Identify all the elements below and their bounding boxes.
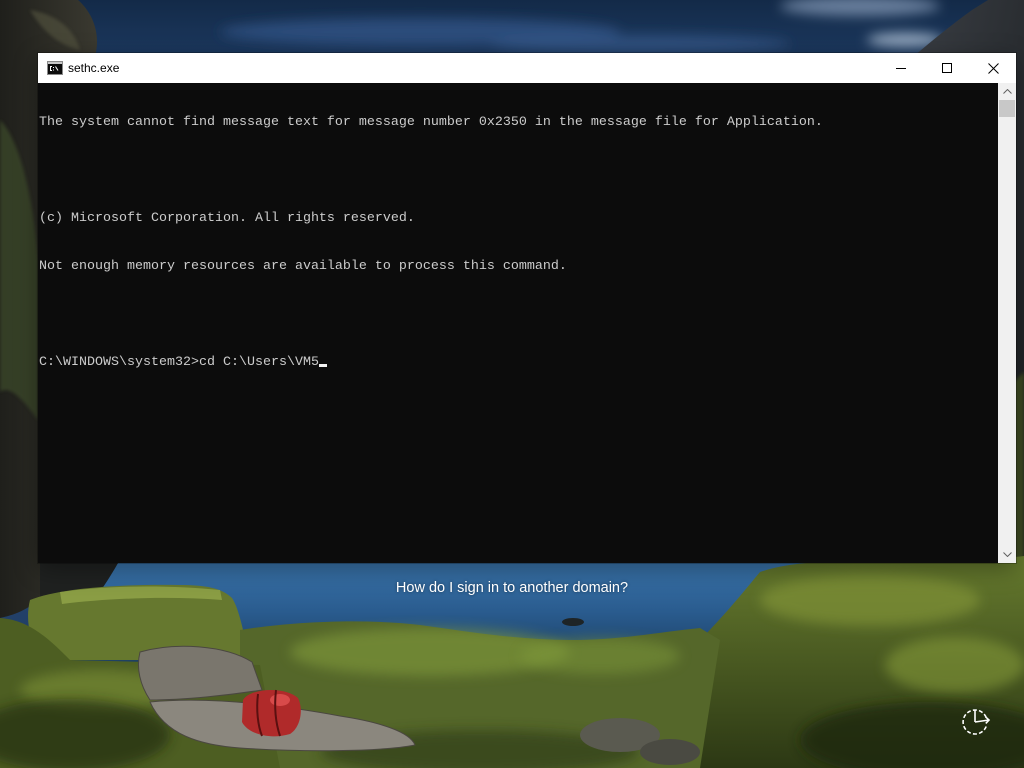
command-input[interactable]: cd C:\Users\VM5 — [199, 355, 319, 370]
scrollbar-track[interactable] — [998, 100, 1016, 546]
sign-in-help: How do I sign in to another domain? — [0, 579, 1024, 597]
command-prompt: C:\WINDOWS\system32> — [39, 355, 199, 370]
chevron-up-icon — [1002, 89, 1012, 94]
title-bar[interactable]: sethc.exe — [38, 53, 1016, 83]
vertical-scrollbar[interactable] — [998, 83, 1016, 563]
minimize-button[interactable] — [878, 53, 924, 83]
window-title: sethc.exe — [68, 61, 120, 75]
ease-of-access-button[interactable] — [959, 706, 991, 738]
close-icon — [987, 62, 999, 74]
minimize-icon — [896, 68, 906, 69]
console-text: The system cannot find message text for … — [39, 83, 997, 563]
close-button[interactable] — [970, 53, 1016, 83]
console-window[interactable]: sethc.exe The system cannot find message… — [38, 53, 1016, 563]
maximize-button[interactable] — [924, 53, 970, 83]
scroll-up-button[interactable] — [998, 83, 1016, 100]
backpack — [242, 689, 301, 737]
text-cursor — [318, 364, 327, 367]
scroll-down-button[interactable] — [998, 546, 1016, 563]
command-line[interactable]: C:\WINDOWS\system32>cd C:\Users\VM5 — [39, 355, 997, 371]
scrollbar-thumb[interactable] — [999, 100, 1015, 117]
ease-of-access-icon — [962, 709, 991, 735]
maximize-icon — [942, 63, 952, 73]
sign-in-help-link[interactable]: How do I sign in to another domain? — [396, 580, 628, 596]
console-output-area[interactable]: The system cannot find message text for … — [38, 83, 1016, 563]
chevron-down-icon — [1002, 552, 1012, 557]
console-line: Not enough memory resources are availabl… — [39, 259, 567, 274]
console-line: The system cannot find message text for … — [39, 115, 823, 130]
cmd-icon — [47, 60, 63, 76]
console-line: (c) Microsoft Corporation. All rights re… — [39, 211, 415, 226]
